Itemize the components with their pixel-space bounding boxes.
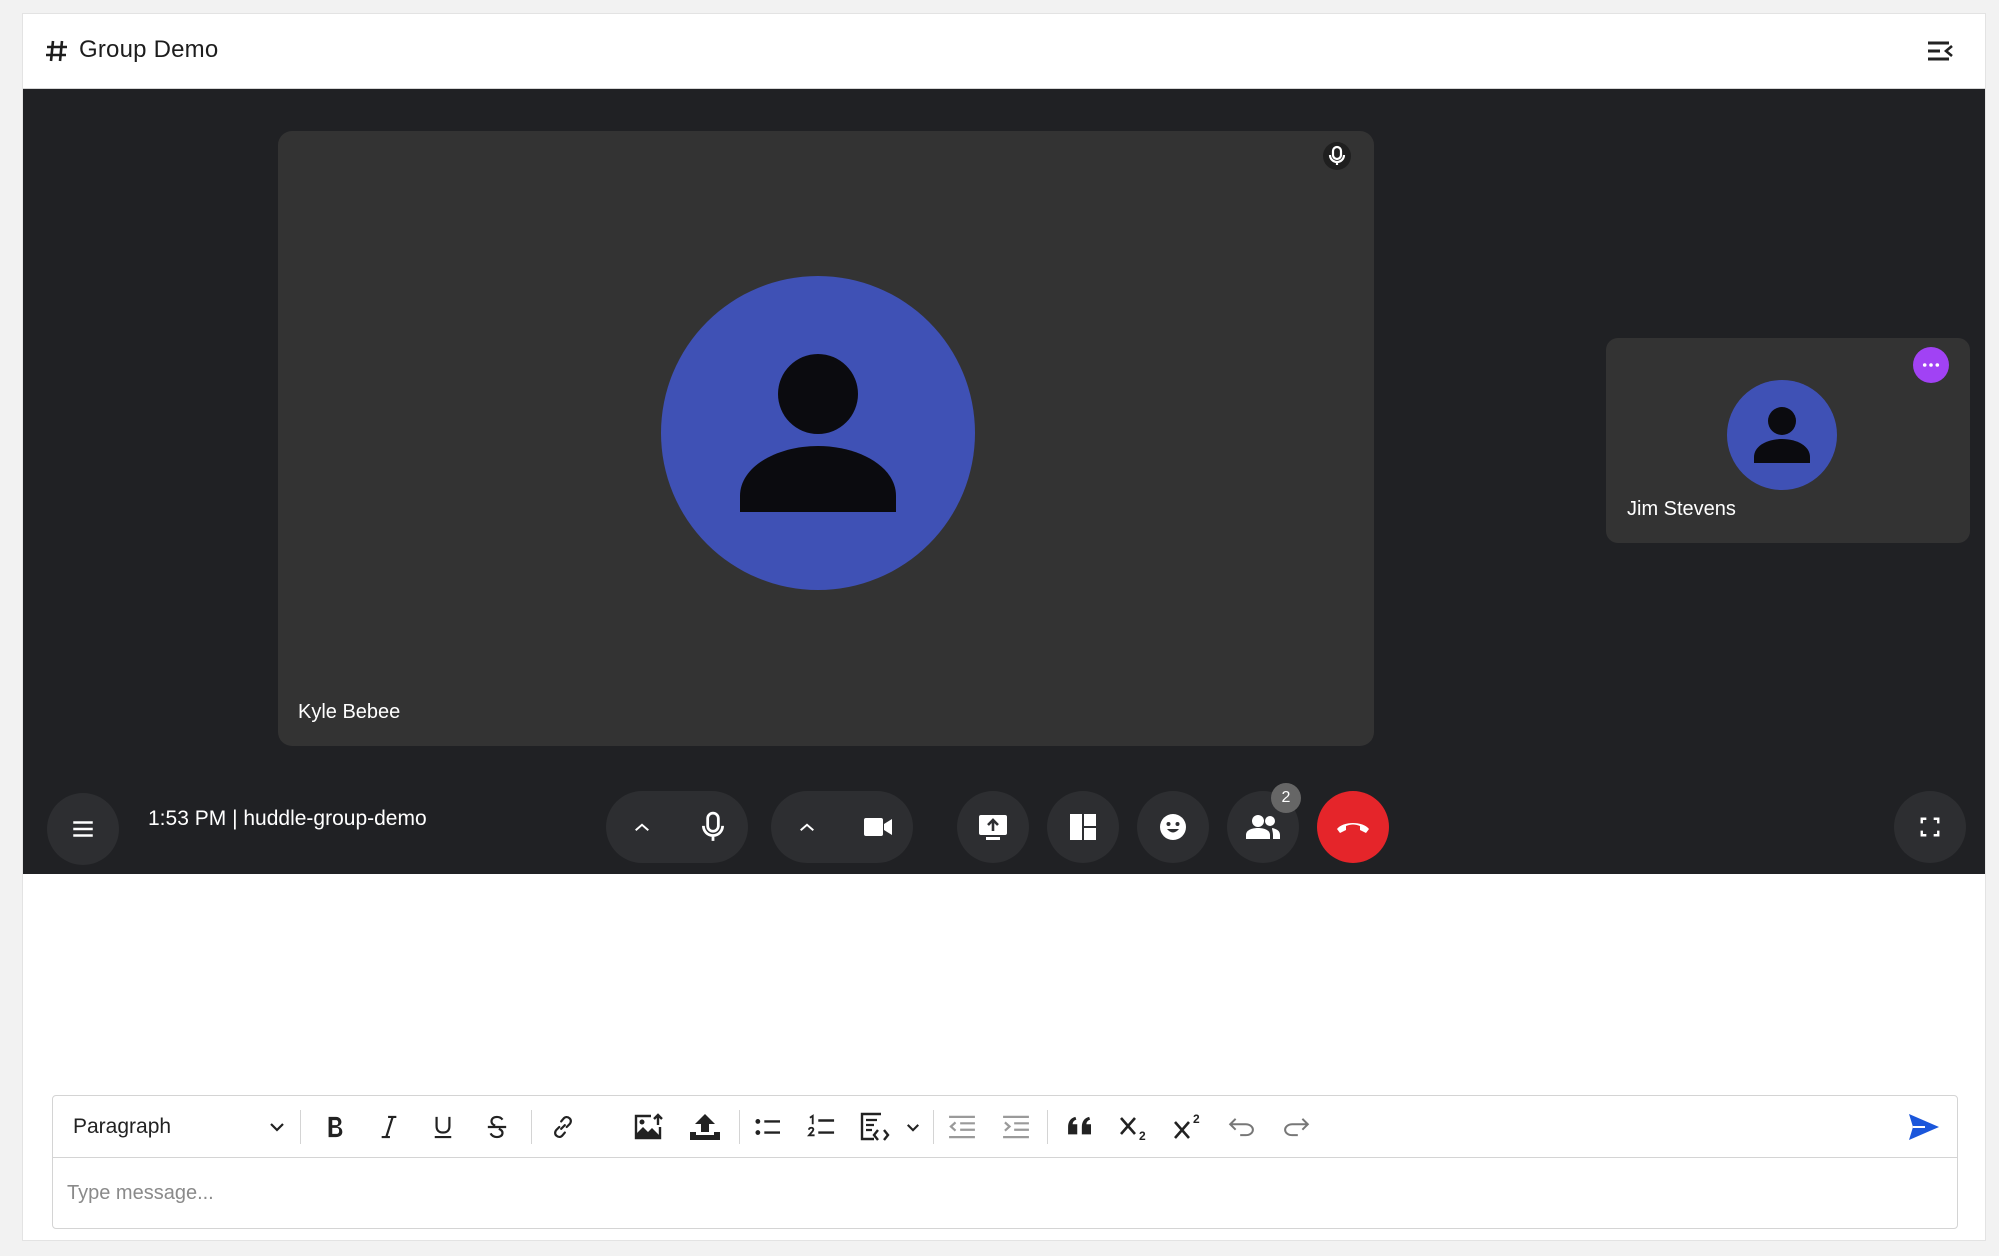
numbered-list-icon [807,1114,835,1137]
indent-button[interactable] [995,1111,1037,1143]
chevron-down-icon [270,1123,284,1132]
image-icon [634,1113,663,1140]
code-block-button[interactable] [855,1111,895,1143]
message-editor: Paragraph 2 2 Type message... [52,1095,1958,1229]
link-button[interactable] [543,1111,583,1143]
toolbar-divider [300,1110,301,1144]
send-icon[interactable] [1907,1111,1941,1143]
meeting-separator: | [232,807,238,830]
toolbar-divider [1047,1110,1048,1144]
chevron-up-icon [799,822,814,831]
sidebar-toggle-icon[interactable] [1925,38,1955,64]
camera-toggle-button[interactable] [842,817,913,837]
camera-options-button[interactable] [771,822,842,833]
outdent-button[interactable] [941,1111,983,1143]
bold-icon [328,1116,343,1138]
main-participant-tile: Kyle Bebee [278,131,1374,746]
quote-button[interactable] [1059,1111,1101,1143]
menu-icon [73,821,93,837]
more-icon [1922,363,1940,367]
code-block-dropdown[interactable] [901,1111,925,1143]
code-block-icon [860,1112,890,1141]
layout-icon [1070,814,1096,840]
numbered-list-button[interactable] [801,1111,843,1143]
fullscreen-button[interactable] [1894,791,1966,863]
bullet-list-button[interactable] [747,1111,789,1143]
participant-name: Jim Stevens [1627,498,1736,520]
block-type-label: Paragraph [73,1115,172,1138]
strikethrough-icon [487,1115,507,1139]
undo-button[interactable] [1221,1111,1263,1143]
avatar [1727,380,1837,490]
toolbar-divider [933,1110,934,1144]
superscript-icon: 2 [1174,1112,1200,1139]
strikethrough-button[interactable] [477,1111,517,1143]
underline-button[interactable] [423,1111,463,1143]
fullscreen-icon [1920,817,1940,837]
redo-button[interactable] [1275,1111,1317,1143]
underline-icon [434,1116,452,1139]
mic-toggle-button[interactable] [677,811,748,843]
mic-icon [701,811,724,841]
hangup-button[interactable] [1317,791,1389,863]
side-participant-tile: Jim Stevens [1606,338,1970,543]
channel-header: Group Demo [23,14,1985,89]
participant-name: Kyle Bebee [298,701,401,723]
people-icon [1246,815,1280,839]
person-icon [1754,407,1810,463]
outdent-icon [949,1115,975,1139]
more-options-button[interactable] [1913,347,1949,383]
svg-text:2: 2 [1193,1112,1200,1126]
menu-button[interactable] [47,793,119,865]
subscript-button[interactable]: 2 [1113,1111,1155,1143]
upload-icon [690,1114,720,1140]
chevron-down-icon [907,1123,919,1132]
indent-icon [1003,1115,1029,1139]
chevron-up-icon [634,822,649,831]
meeting-info: 1:53 PM | huddle-group-demo [148,807,427,831]
meeting-code: huddle-group-demo [243,807,427,830]
link-icon [554,1115,572,1139]
upload-file-button[interactable] [685,1111,725,1143]
mic-options-button[interactable] [606,822,677,833]
bold-button[interactable] [315,1111,355,1143]
participant-count-badge: 2 [1271,783,1301,813]
block-type-select[interactable]: Paragraph [73,1111,285,1143]
camera-icon [863,818,892,836]
superscript-button[interactable]: 2 [1167,1111,1209,1143]
undo-icon [1228,1118,1254,1137]
italic-icon [381,1115,397,1139]
mic-icon [1323,142,1351,170]
microphone-control [606,791,748,863]
meeting-time: 1:53 PM [148,807,227,830]
person-icon [740,354,896,512]
reactions-button[interactable] [1137,791,1209,863]
bullet-list-icon [755,1119,780,1135]
camera-control [771,791,913,863]
layout-button[interactable] [1047,791,1119,863]
editor-toolbar: Paragraph 2 2 [53,1096,1957,1158]
insert-image-button[interactable] [629,1111,669,1143]
hangup-icon [1337,823,1369,833]
toolbar-divider [531,1110,532,1144]
channel-title: Group Demo [79,36,219,63]
italic-button[interactable] [369,1111,409,1143]
emoji-icon [1160,814,1186,840]
subscript-icon: 2 [1120,1117,1146,1142]
hash-icon [46,40,67,62]
present-icon [979,815,1007,840]
present-button[interactable] [957,791,1029,863]
avatar [661,276,975,590]
svg-text:2: 2 [1139,1129,1146,1142]
quote-icon [1068,1116,1091,1135]
participants-button[interactable]: 2 [1227,783,1301,863]
toolbar-divider [739,1110,740,1144]
video-call-area: Kyle Bebee Jim Stevens 1:53 PM | huddle-… [23,89,1985,874]
message-input[interactable] [53,1158,1957,1229]
redo-icon [1284,1118,1310,1137]
app-window: Group Demo Kyle Bebee Jim Stevens 1:53 P… [22,13,1986,1241]
